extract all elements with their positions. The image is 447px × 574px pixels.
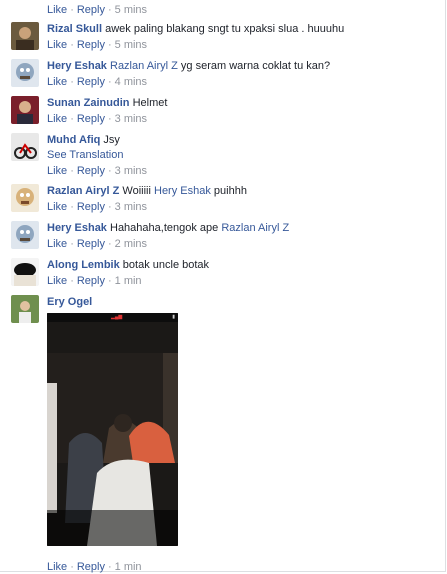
reply-link[interactable]: Reply	[77, 165, 105, 177]
avatar[interactable]	[11, 133, 39, 161]
comment-text: Woiiiii	[122, 185, 151, 197]
avatar[interactable]	[11, 221, 39, 249]
comment-text: awek paling blakang sngt tu xpaksi slua …	[105, 23, 345, 35]
comment-text: Hahahaha,tengok ape	[110, 222, 219, 234]
comment-actions: Like · Reply · 1 min	[47, 561, 142, 573]
comment-time: 2 mins	[114, 238, 148, 250]
comment-actions: Like · Reply · 1 min	[47, 275, 142, 287]
comment-time: 5 mins	[114, 4, 148, 16]
commenter-name[interactable]: Rizal Skull	[47, 23, 102, 35]
commenter-name[interactable]: Ery Ogel	[47, 296, 92, 308]
like-link[interactable]: Like	[47, 238, 67, 250]
comment-actions: Like · Reply · 5 mins	[47, 4, 148, 16]
commenter-name[interactable]: Razlan Airyl Z	[47, 185, 119, 197]
comment-text-suffix: puihhh	[213, 185, 247, 197]
like-link[interactable]: Like	[47, 113, 67, 125]
comment-time: 1 min	[114, 275, 142, 287]
reply-link[interactable]: Reply	[77, 201, 105, 213]
like-link[interactable]: Like	[47, 76, 67, 88]
signal-icon: ▂▄▆	[111, 314, 123, 320]
avatar[interactable]	[11, 22, 39, 50]
avatar[interactable]	[11, 184, 39, 212]
like-link[interactable]: Like	[47, 165, 67, 177]
comment-time: 3 mins	[114, 165, 148, 177]
reply-link[interactable]: Reply	[77, 275, 105, 287]
commenter-name[interactable]: Along Lembik	[47, 259, 120, 271]
comment-actions: Like · Reply · 3 mins	[47, 113, 148, 125]
mention-link[interactable]: Razlan Airyl Z	[110, 60, 178, 72]
commenter-name[interactable]: Hery Eshak	[47, 60, 107, 72]
mention-link[interactable]: Razlan Airyl Z	[221, 222, 289, 234]
commenter-name[interactable]: Muhd Afiq	[47, 134, 100, 146]
avatar[interactable]	[11, 96, 39, 124]
like-link[interactable]: Like	[47, 561, 67, 573]
reply-link[interactable]: Reply	[77, 238, 105, 250]
comment-actions: Like · Reply · 3 mins	[47, 165, 148, 177]
comment-time: 3 mins	[114, 201, 148, 213]
see-translation-link[interactable]: See Translation	[47, 148, 436, 162]
reply-link[interactable]: Reply	[77, 39, 105, 51]
comment-text: botak uncle botak	[122, 259, 210, 271]
like-link[interactable]: Like	[47, 201, 67, 213]
comment-time: 3 mins	[114, 113, 148, 125]
comment-photo[interactable]: ▂▄▆ ▮	[47, 313, 178, 546]
avatar[interactable]	[11, 258, 39, 286]
photo-overlay	[47, 510, 178, 546]
battery-icon: ▮	[172, 314, 175, 320]
comment-actions: Like · Reply · 3 mins	[47, 201, 148, 213]
comment-text: Jsy	[103, 134, 120, 146]
phone-status-bar: ▂▄▆ ▮	[47, 313, 178, 322]
comment-time: 5 mins	[114, 39, 148, 51]
avatar[interactable]	[11, 59, 39, 87]
like-link[interactable]: Like	[47, 4, 67, 16]
avatar[interactable]	[11, 295, 39, 323]
comment-actions: Like · Reply · 4 mins	[47, 76, 148, 88]
reply-link[interactable]: Reply	[77, 4, 105, 16]
comment-time: 1 min	[114, 561, 142, 573]
comment-actions: Like · Reply · 2 mins	[47, 238, 148, 250]
commenter-name[interactable]: Hery Eshak	[47, 222, 107, 234]
comment-text: Helmet	[132, 97, 168, 109]
comment-actions: Like · Reply · 5 mins	[47, 39, 148, 51]
reply-link[interactable]: Reply	[77, 561, 105, 573]
like-link[interactable]: Like	[47, 275, 67, 287]
comment-thread: Like · Reply · 5 mins Rizal Skull awek palin…	[0, 0, 446, 573]
reply-link[interactable]: Reply	[77, 76, 105, 88]
commenter-name[interactable]: Sunan Zainudin	[47, 97, 130, 109]
comment-text: yg seram warna coklat tu kan?	[180, 60, 331, 72]
comment-time: 4 mins	[114, 76, 148, 88]
mention-link[interactable]: Hery Eshak	[154, 185, 211, 197]
reply-link[interactable]: Reply	[77, 113, 105, 125]
like-link[interactable]: Like	[47, 39, 67, 51]
